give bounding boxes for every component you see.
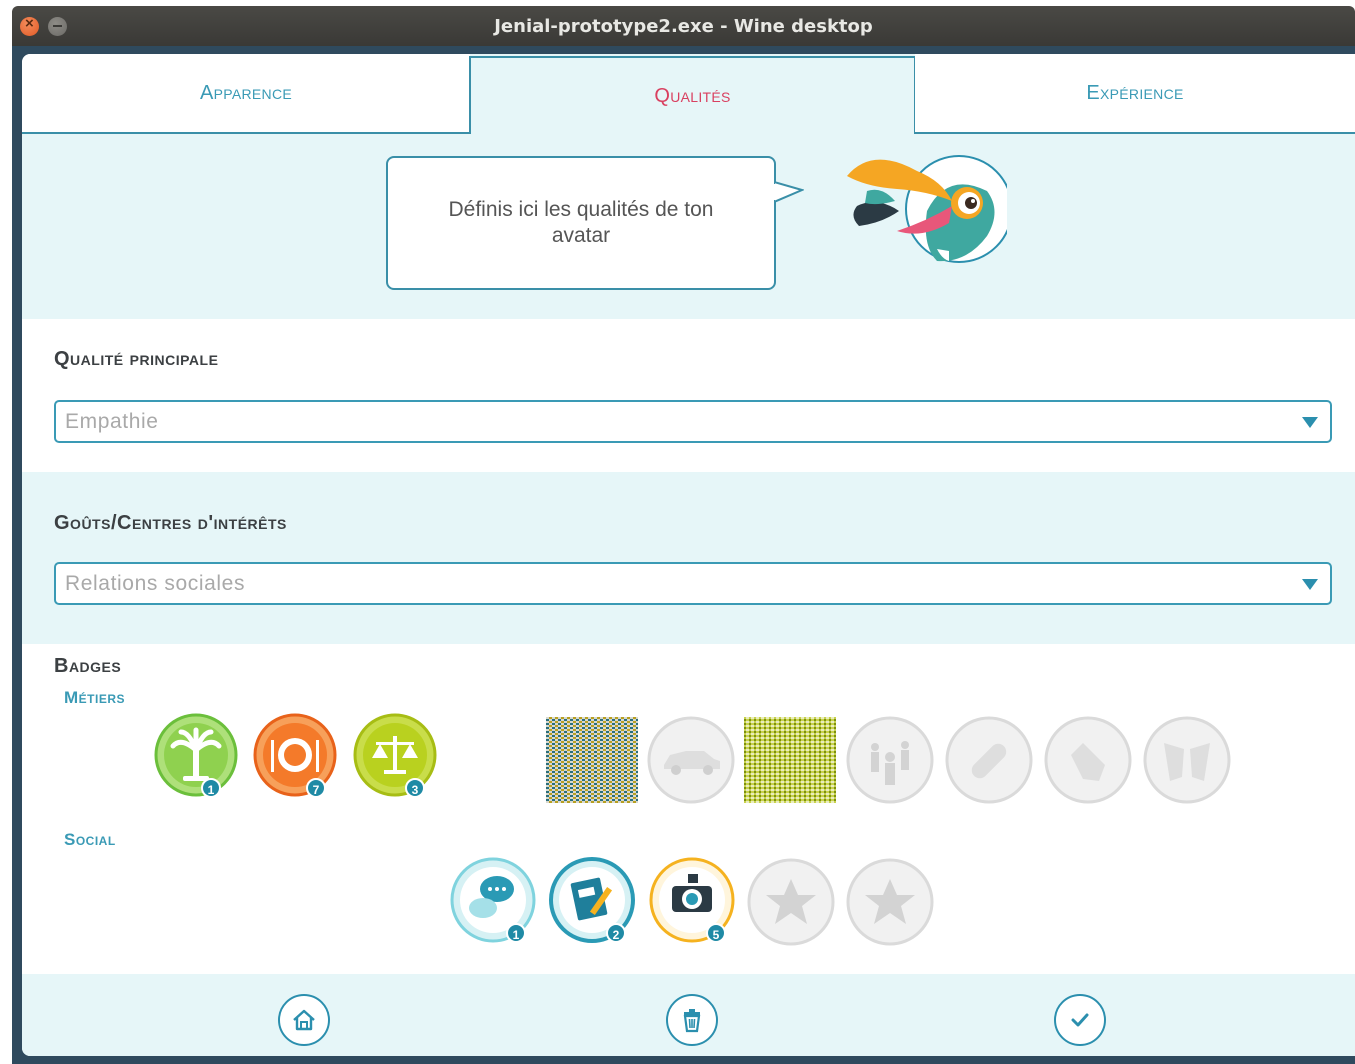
- badge-locked-masks[interactable]: [1142, 715, 1232, 805]
- window-title: Jenial-prototype2.exe - Wine desktop: [494, 16, 873, 37]
- badge-locked-pill[interactable]: [944, 715, 1034, 805]
- pill-icon: [945, 716, 1033, 804]
- family-icon: [846, 716, 934, 804]
- badge-count: 7: [306, 778, 326, 798]
- tab-experience[interactable]: Expérience: [915, 54, 1355, 134]
- delete-button[interactable]: [666, 994, 718, 1046]
- title-bar: Jenial-prototype2.exe - Wine desktop: [12, 6, 1355, 46]
- bubble-text: Définis ici les qualités de ton avatar: [448, 197, 714, 247]
- badge-locked-car[interactable]: [646, 715, 736, 805]
- glove-icon: [1044, 716, 1132, 804]
- qualite-label: Qualité principale: [54, 348, 219, 370]
- car-icon: [647, 716, 735, 804]
- metiers-label: Métiers: [64, 688, 126, 707]
- trash-icon: [683, 1009, 701, 1033]
- badge-camera[interactable]: 5: [648, 856, 738, 946]
- badges-section: Badges Métiers Social 1 7 3 1 2 5: [22, 644, 1355, 974]
- badge-locked-glove[interactable]: [1043, 715, 1133, 805]
- tab-apparence[interactable]: Apparence: [22, 54, 470, 134]
- badge-notebook[interactable]: 2: [548, 856, 638, 946]
- palm-tree-icon: [154, 713, 238, 797]
- badge-locked-glitch-2[interactable]: [744, 715, 836, 805]
- qualite-section: Qualité principale Empathie: [22, 319, 1355, 472]
- badge-plate[interactable]: 7: [252, 712, 342, 802]
- badge-chat[interactable]: 1: [449, 856, 539, 946]
- badge-count: 1: [201, 778, 221, 798]
- gouts-select[interactable]: Relations sociales: [54, 562, 1332, 605]
- qualite-value: Empathie: [65, 410, 159, 433]
- app-panel: Apparence Qualités Expérience Définis ic…: [22, 54, 1355, 1056]
- confirm-button[interactable]: [1054, 994, 1106, 1046]
- badge-locked-star-2[interactable]: [845, 857, 935, 947]
- noise-placeholder-icon: [546, 717, 638, 803]
- badges-label: Badges: [54, 655, 122, 677]
- gouts-value: Relations sociales: [65, 572, 246, 595]
- home-icon: [293, 1009, 315, 1031]
- badge-scales[interactable]: 3: [352, 712, 442, 802]
- tab-qualites[interactable]: Qualités: [469, 56, 916, 134]
- badge-palm-tree[interactable]: 1: [153, 712, 243, 802]
- speech-bubble: Définis ici les qualités de ton avatar: [386, 156, 776, 290]
- masks-icon: [1143, 716, 1231, 804]
- star-icon: [747, 858, 835, 946]
- bubble-tail: [774, 180, 804, 204]
- tab-bar: Apparence Qualités Expérience: [22, 54, 1355, 134]
- dropdown-caret-icon: [1302, 417, 1318, 428]
- badge-locked-glitch[interactable]: [546, 715, 638, 805]
- qualite-select[interactable]: Empathie: [54, 400, 1332, 443]
- noise-placeholder-icon: [744, 717, 836, 803]
- plate-icon: [253, 713, 337, 797]
- gouts-label: Goûts/Centres d'intérêts: [54, 512, 287, 534]
- badge-count: 3: [405, 778, 425, 798]
- social-label: Social: [64, 830, 116, 849]
- badge-count: 5: [706, 923, 726, 943]
- check-icon: [1071, 1013, 1089, 1027]
- badge-locked-family[interactable]: [845, 715, 935, 805]
- scales-icon: [353, 713, 437, 797]
- badge-count: 2: [606, 923, 626, 943]
- badge-locked-star-1[interactable]: [746, 857, 836, 947]
- home-button[interactable]: [278, 994, 330, 1046]
- toucan-mascot-icon: [847, 155, 1007, 263]
- badge-count: 1: [506, 923, 526, 943]
- wine-desktop: Jenial-prototype2.exe - Wine desktop App…: [0, 0, 1355, 1064]
- dropdown-caret-icon: [1302, 579, 1318, 590]
- star-icon: [846, 858, 934, 946]
